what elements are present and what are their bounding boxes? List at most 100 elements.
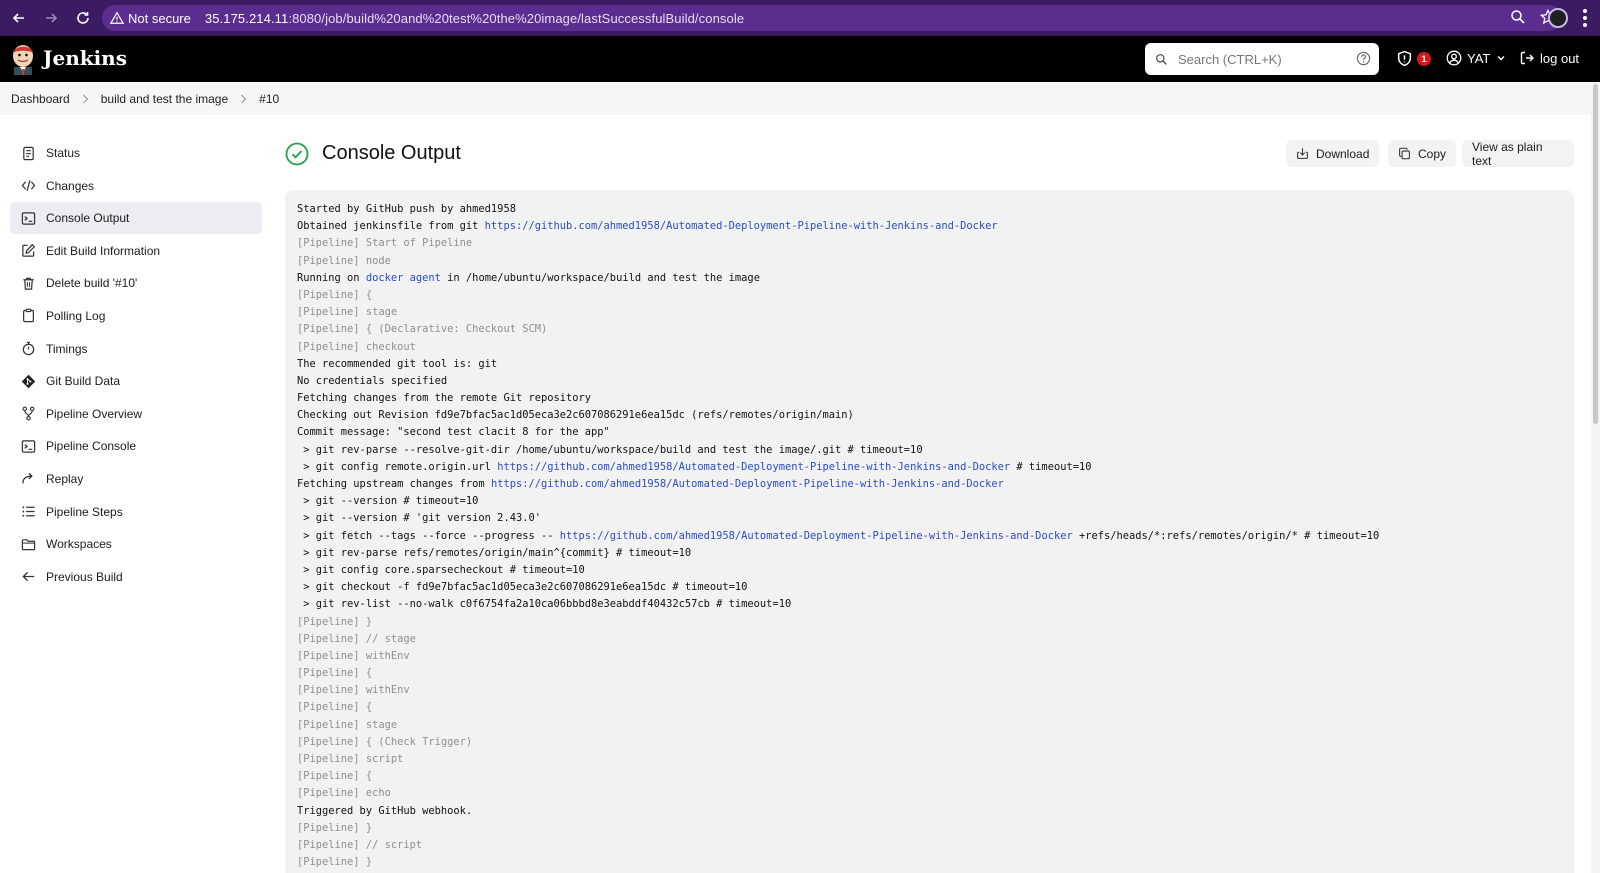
sidebar-item-delete-build[interactable]: Delete build '#10' (10, 267, 262, 299)
search-box[interactable] (1145, 43, 1379, 75)
console-line: No credentials specified (297, 373, 1574, 390)
console-line: [Pipeline] } (297, 614, 1574, 631)
sidebar-item-label: Previous Build (46, 569, 123, 584)
browser-profile-avatar[interactable] (1548, 8, 1568, 28)
console-line: [Pipeline] script (297, 751, 1574, 768)
security-indicator[interactable]: Not secure (102, 11, 191, 26)
logout-button[interactable]: log out (1519, 50, 1579, 66)
document-icon (22, 146, 34, 160)
console-line-text: > git rev-list --no-walk c0f6754fa2a10ca… (297, 598, 792, 611)
console-line-text: [Pipeline] withEnv (297, 684, 410, 697)
console-line: [Pipeline] Start of Pipeline (297, 235, 1574, 252)
browser-menu-icon[interactable] (1583, 9, 1587, 27)
warning-triangle-icon (110, 11, 124, 24)
console-output[interactable]: Started by GitHub push by ahmed1958 Obtai… (285, 190, 1574, 873)
sidebar-item-label: Git Build Data (46, 374, 121, 389)
back-button[interactable] (4, 3, 34, 33)
console-line-text: > git --version # 'git version 2.43.0' (297, 512, 541, 525)
copy-icon (1399, 147, 1410, 160)
url-path: :8080/job/build%20and%20test%20the%20ima… (288, 10, 745, 26)
sidebar-item-workspaces[interactable]: Workspaces (10, 528, 262, 560)
console-line: Commit message: "second test clacit 8 fo… (297, 424, 1574, 441)
replay-icon (21, 473, 33, 484)
logout-label: log out (1540, 50, 1580, 66)
security-alerts-button[interactable]: 1 (1396, 50, 1431, 67)
console-line: [Pipeline] { (Check Trigger) (297, 734, 1574, 751)
console-link[interactable]: https://github.com/ahmed1958/Automated-D… (497, 461, 1010, 473)
console-line: Obtained jenkinsfile from git https://gi… (297, 218, 1574, 235)
console-link[interactable]: https://github.com/ahmed1958/Automated-D… (491, 478, 1004, 490)
console-link[interactable]: https://github.com/ahmed1958/Automated-D… (560, 530, 1073, 542)
url-text: 35.175.214.11:8080/job/build%20and%20tes… (205, 11, 744, 26)
user-menu-button[interactable]: YAT (1446, 50, 1511, 66)
console-line-text: Commit message: "second test clacit 8 fo… (297, 426, 610, 439)
sidebar-item-pipeline-overview[interactable]: Pipeline Overview (10, 398, 262, 430)
view-plain-text-button[interactable]: View as plain text (1462, 139, 1574, 168)
console-line: > git rev-parse --resolve-git-dir /home/… (297, 442, 1574, 459)
console-link[interactable]: https://github.com/ahmed1958/Automated-D… (485, 220, 998, 232)
browser-window: Not secure 35.175.214.11:8080/job/build%… (0, 0, 1600, 873)
sidebar-item-pipeline-steps[interactable]: Pipeline Steps (10, 496, 262, 528)
console-line: Running on docker agent in /home/ubuntu/… (297, 270, 1574, 287)
sidebar-item-pipeline-console[interactable]: Pipeline Console (10, 430, 262, 462)
jenkins-logo-icon[interactable] (10, 43, 36, 75)
security-badge: 1 (1417, 51, 1431, 66)
sidebar-item-timings[interactable]: Timings (10, 333, 262, 365)
address-bar[interactable]: Not secure 35.175.214.11:8080/job/build%… (102, 5, 1562, 31)
copy-button[interactable]: Copy (1388, 140, 1457, 167)
breadcrumb-job[interactable]: build and test the image (101, 92, 228, 106)
sidebar-item-polling-log[interactable]: Polling Log (10, 300, 262, 332)
user-icon (1446, 50, 1462, 66)
console-line-text: [Pipeline] Start of Pipeline (297, 237, 473, 250)
breadcrumb-dashboard[interactable]: Dashboard (11, 92, 70, 106)
console-line: [Pipeline] checkout (297, 339, 1574, 356)
sidebar-item-label: Status (46, 146, 81, 160)
console-line-text: [Pipeline] } (297, 856, 373, 869)
sidebar-item-status[interactable]: Status (10, 137, 262, 169)
page-scrollbar-thumb[interactable] (1593, 84, 1598, 424)
app-title[interactable]: Jenkins (43, 46, 127, 70)
folder-icon (21, 538, 35, 550)
sidebar-item-label: Changes (46, 178, 95, 193)
console-line: [Pipeline] } (297, 854, 1574, 871)
sidebar: Status Changes Console Output Edit Build… (10, 137, 262, 593)
console-line: Checking out Revision fd9e7bfac5ac1d05ec… (297, 407, 1574, 424)
download-button[interactable]: Download (1286, 140, 1380, 167)
view-plain-text-label: View as plain text (1472, 139, 1543, 168)
sidebar-item-replay[interactable]: Replay (10, 463, 262, 495)
user-name: YAT (1467, 50, 1491, 66)
clipboard-icon (22, 309, 34, 323)
page-header: Console Output Download Copy View as pla… (284, 137, 1574, 171)
console-line-text: [Pipeline] node (297, 254, 391, 267)
sidebar-item-edit-build-information[interactable]: Edit Build Information (10, 235, 262, 267)
console-line-text: [Pipeline] withEnv (297, 649, 410, 662)
git-icon (21, 374, 35, 388)
security-label: Not secure (128, 10, 191, 26)
sidebar-item-label: Pipeline Overview (46, 406, 143, 421)
zoom-icon[interactable] (1510, 9, 1526, 25)
help-icon[interactable] (1356, 51, 1371, 66)
jenkins-header: Jenkins 1 YAT log out (0, 36, 1600, 82)
code-icon (21, 180, 35, 191)
url-host: 35.175.214.11 (204, 10, 289, 26)
copy-label: Copy (1418, 146, 1447, 161)
sidebar-item-previous-build[interactable]: Previous Build (10, 561, 262, 593)
console-link[interactable]: docker agent (366, 272, 441, 284)
console-line-text: [Pipeline] script (297, 753, 404, 765)
sidebar-item-console-output[interactable]: Console Output (10, 202, 262, 235)
sidebar-item-git-build-data[interactable]: Git Build Data (10, 365, 262, 397)
console-line-text: [Pipeline] // script (297, 838, 423, 851)
console-line-text: Fetching upstream changes from (297, 478, 491, 490)
console-line-text: Running on (297, 271, 366, 284)
chevron-down-icon (1497, 56, 1505, 61)
search-input[interactable] (1178, 51, 1348, 67)
reload-button[interactable] (68, 3, 98, 33)
console-line: [Pipeline] echo (297, 785, 1574, 802)
console-line: [Pipeline] { (297, 287, 1574, 304)
breadcrumb-build[interactable]: #10 (259, 92, 279, 106)
console-line: [Pipeline] { (Declarative: Checkout SCM) (297, 321, 1574, 338)
breadcrumb: Dashboard build and test the image #10 (0, 82, 1600, 115)
forward-button[interactable] (36, 3, 66, 33)
sidebar-item-changes[interactable]: Changes (10, 170, 262, 202)
console-line-suffix: +refs/heads/*:refs/remotes/origin/* # ti… (1072, 529, 1380, 542)
